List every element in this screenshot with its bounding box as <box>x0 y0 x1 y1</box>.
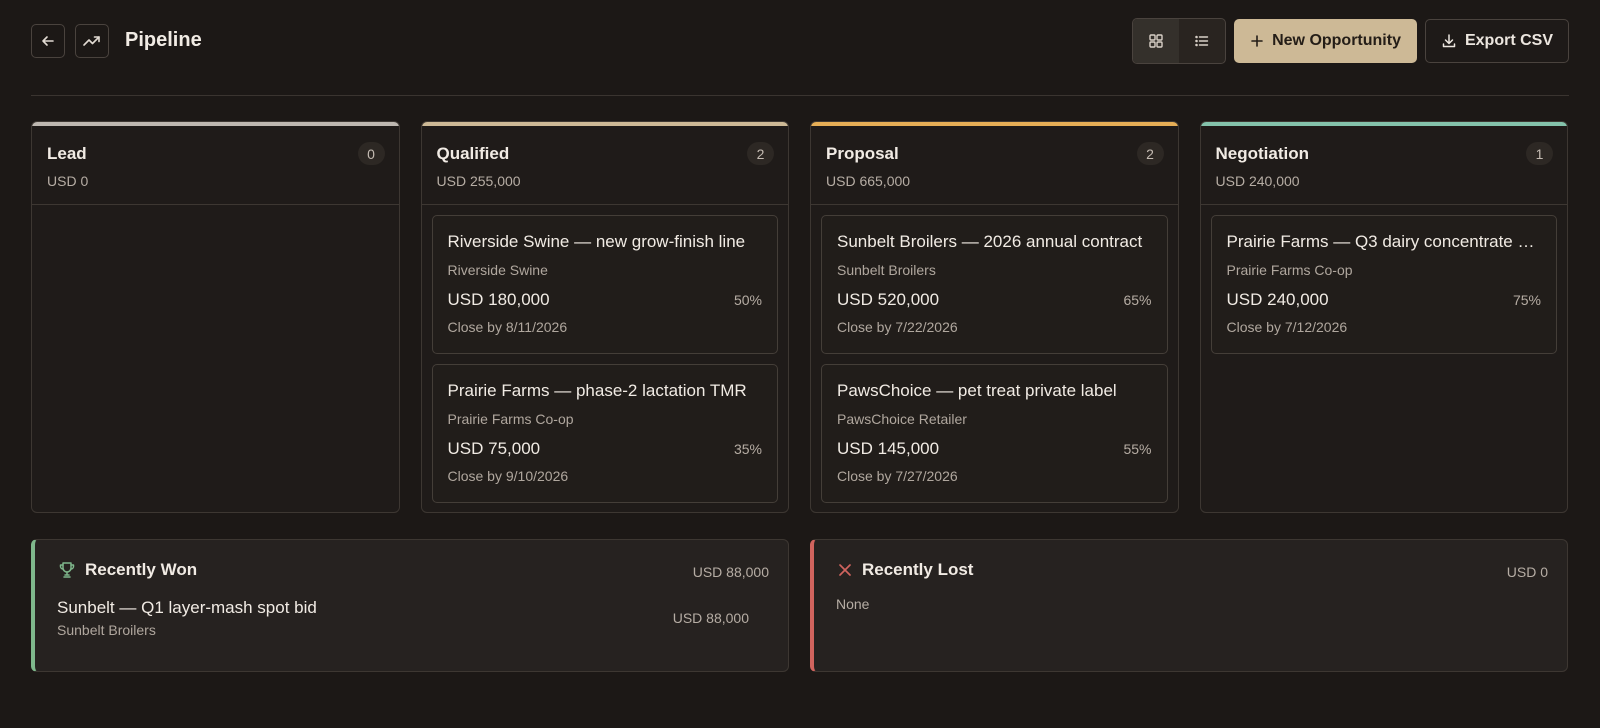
card-company: Sunbelt Broilers <box>837 262 936 278</box>
column-count-badge: 0 <box>357 142 385 165</box>
won-deal-row[interactable]: Sunbelt — Q1 layer-mash spot bid Sunbelt… <box>57 598 769 638</box>
column-proposal: Proposal USD 665,000 2 Sunbelt Broilers … <box>810 121 1179 513</box>
card-amount: USD 240,000 <box>1226 290 1329 309</box>
column-title: Proposal <box>826 144 899 163</box>
opportunity-card[interactable]: Riverside Swine — new grow-finish line R… <box>431 215 778 354</box>
won-deal-company: Sunbelt Broilers <box>57 622 156 638</box>
card-title: Prairie Farms — phase-2 lactation TMR <box>447 381 747 400</box>
opportunity-card[interactable]: PawsChoice — pet treat private label Paw… <box>821 364 1168 503</box>
card-value-row: USD 145,000 55% <box>837 439 1152 459</box>
card-amount: USD 180,000 <box>447 290 550 309</box>
column-lead: Lead USD 0 0 <box>31 121 400 513</box>
column-total: USD 0 <box>47 173 89 189</box>
page-header: Pipeline New Opportunity Export CSV <box>31 0 1569 96</box>
recently-lost-panel: Recently Lost USD 0 None <box>810 539 1568 672</box>
export-csv-label: Export CSV <box>1464 31 1553 49</box>
download-icon <box>1442 33 1456 47</box>
column-count-badge: 1 <box>1526 142 1553 165</box>
column-title: Qualified <box>436 144 510 163</box>
column-total: USD 665,000 <box>826 173 911 189</box>
card-value-row: USD 180,000 50% <box>448 290 763 310</box>
grid-icon <box>1149 33 1163 48</box>
card-company: PawsChoice Retailer <box>837 411 967 427</box>
column-total: USD 255,000 <box>436 173 521 189</box>
card-title: Prairie Farms — Q3 dairy concentrate ord… <box>1226 232 1542 251</box>
card-company: Riverside Swine <box>447 262 548 278</box>
card-list: Prairie Farms — Q3 dairy concentrate ord… <box>1201 205 1568 354</box>
new-opportunity-label: New Opportunity <box>1272 31 1401 49</box>
card-value-row: USD 75,000 35% <box>448 439 763 459</box>
recently-won-panel: Recently Won USD 88,000 Sunbelt — Q1 lay… <box>31 539 789 672</box>
column-header: Lead USD 0 0 <box>32 126 399 205</box>
column-total: USD 240,000 <box>1215 173 1300 189</box>
export-csv-button[interactable]: Export CSV <box>1424 18 1569 63</box>
column-header: Proposal USD 665,000 2 <box>811 126 1178 205</box>
back-button[interactable] <box>31 23 65 58</box>
card-title: Riverside Swine — new grow-finish line <box>447 232 746 251</box>
panel-title: Recently Lost <box>862 560 974 579</box>
x-icon <box>839 564 851 576</box>
card-probability: 35% <box>733 441 762 457</box>
column-title: Negotiation <box>1215 144 1310 163</box>
column-negotiation: Negotiation USD 240,000 1 Prairie Farms … <box>1199 121 1568 513</box>
card-list: Riverside Swine — new grow-finish line R… <box>422 205 789 503</box>
won-deal-title: Sunbelt — Q1 layer-mash spot bid <box>57 598 317 617</box>
trending-up-icon <box>83 35 100 46</box>
card-list: Sunbelt Broilers — 2026 annual contract … <box>811 205 1178 503</box>
card-close-date: Close by 8/11/2026 <box>447 319 568 335</box>
column-header: Qualified USD 255,000 2 <box>421 126 788 205</box>
new-opportunity-button[interactable]: New Opportunity <box>1234 18 1417 63</box>
card-title: PawsChoice — pet treat private label <box>837 381 1117 400</box>
opportunity-card[interactable]: Sunbelt Broilers — 2026 annual contract … <box>821 215 1168 354</box>
won-deal-amount: USD 88,000 <box>672 610 749 626</box>
view-toggle <box>1132 17 1227 64</box>
trend-icon-badge <box>75 23 109 58</box>
card-probability: 50% <box>733 292 762 308</box>
panel-total: USD 88,000 <box>692 564 769 580</box>
card-close-date: Close by 7/22/2026 <box>837 319 958 335</box>
card-probability: 65% <box>1123 292 1152 308</box>
opportunity-card[interactable]: Prairie Farms — Q3 dairy concentrate ord… <box>1210 215 1557 354</box>
arrow-left-icon <box>42 35 54 46</box>
card-list <box>32 205 399 215</box>
opportunity-card[interactable]: Prairie Farms — phase-2 lactation TMR Pr… <box>431 364 778 503</box>
panel-header: Recently Won <box>57 560 769 580</box>
panel-total: USD 0 <box>1506 564 1548 580</box>
list-view-button[interactable] <box>1179 19 1225 63</box>
card-amount: USD 75,000 <box>447 439 541 458</box>
card-close-date: Close by 7/27/2026 <box>837 468 958 484</box>
card-amount: USD 145,000 <box>837 439 940 458</box>
card-close-date: Close by 9/10/2026 <box>447 468 569 484</box>
card-probability: 55% <box>1123 441 1152 457</box>
column-count-badge: 2 <box>1136 142 1164 165</box>
column-header: Negotiation USD 240,000 1 <box>1200 126 1567 205</box>
column-count-badge: 2 <box>747 142 774 165</box>
card-close-date: Close by 7/12/2026 <box>1226 319 1348 335</box>
card-value-row: USD 240,000 75% <box>1227 290 1542 310</box>
card-value-row: USD 520,000 65% <box>837 290 1152 310</box>
card-amount: USD 520,000 <box>837 290 940 309</box>
page-title: Pipeline <box>125 29 202 51</box>
trophy-icon <box>59 562 75 578</box>
pipeline-page: Pipeline New Opportunity Export CSV Lead… <box>0 0 1600 728</box>
column-qualified: Qualified USD 255,000 2 Riverside Swine … <box>420 121 789 513</box>
empty-state-text: None <box>836 596 870 612</box>
panel-title: Recently Won <box>85 560 198 579</box>
plus-icon <box>1251 34 1263 47</box>
outcome-panels: Recently Won USD 88,000 Sunbelt — Q1 lay… <box>31 539 1568 672</box>
card-company: Prairie Farms Co-op <box>447 411 574 427</box>
board-view-button[interactable] <box>1133 18 1180 63</box>
header-actions: New Opportunity Export CSV <box>1132 17 1569 64</box>
pipeline-board: Lead USD 0 0 Qualified USD 255,000 2 Riv… <box>31 121 1568 513</box>
header-left: Pipeline <box>31 23 202 58</box>
list-icon <box>1195 35 1209 46</box>
column-title: Lead <box>47 144 87 163</box>
panel-header: Recently Lost <box>836 560 1548 580</box>
card-title: Sunbelt Broilers — 2026 annual contract <box>837 232 1143 251</box>
card-probability: 75% <box>1512 292 1541 308</box>
card-company: Prairie Farms Co-op <box>1226 262 1353 278</box>
